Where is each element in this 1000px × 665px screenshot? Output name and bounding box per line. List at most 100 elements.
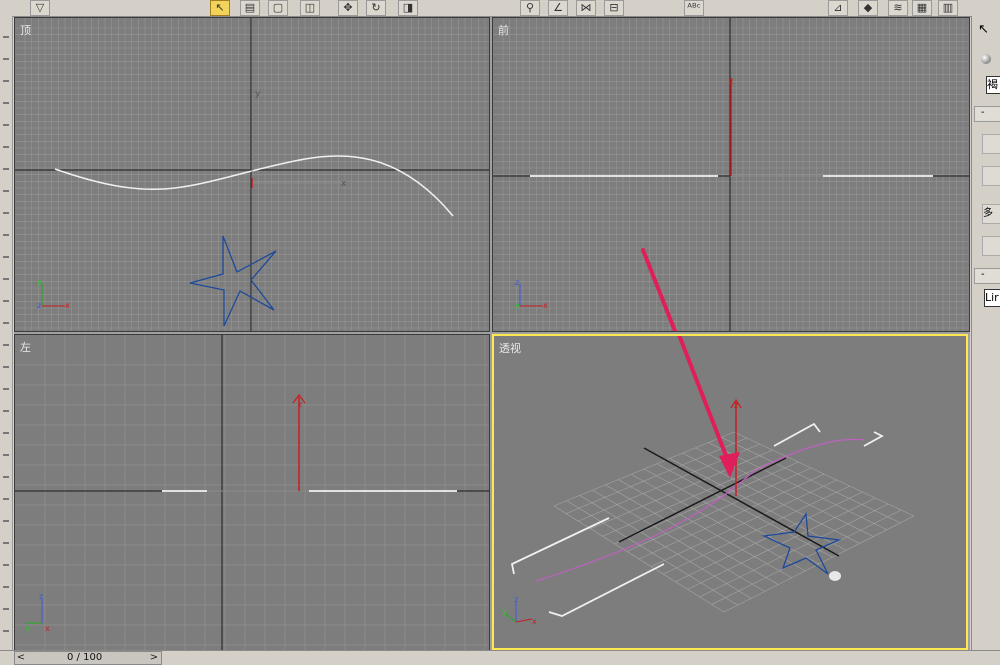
grid-line	[675, 491, 863, 582]
sweep-rail-1[interactable]	[510, 517, 610, 575]
strip-tick	[3, 432, 9, 434]
viewport-top-label[interactable]: 顶	[20, 22, 31, 38]
pivot-x-label: x	[341, 179, 347, 189]
tripod-x-label: x	[65, 301, 70, 310]
viewport-front-label[interactable]: 前	[498, 22, 509, 38]
grid-line	[721, 437, 901, 524]
sweep-rail-3[interactable]	[773, 422, 821, 447]
schematic-icon[interactable]: ◆	[858, 0, 878, 16]
tripod-y-label: y	[515, 301, 520, 310]
strip-tick	[3, 300, 9, 302]
tripod-x-label: x	[543, 301, 548, 310]
viewport-left-label[interactable]: 左	[20, 339, 31, 355]
tripod-y-label: y	[502, 607, 507, 616]
viewport-perspective-canvas[interactable]: z z x y	[494, 336, 966, 648]
align-icon[interactable]: ⊟	[604, 0, 624, 16]
panel-row-4[interactable]	[982, 236, 1000, 256]
spell-icon[interactable]: ᴬᴮᶜ	[684, 0, 704, 16]
tripod-y-label: y	[37, 278, 42, 287]
strip-tick	[3, 564, 9, 566]
grid	[15, 335, 489, 651]
grid-line	[733, 431, 915, 517]
strip-tick	[3, 388, 9, 390]
curve-editor-icon[interactable]: ⊿	[828, 0, 848, 16]
tripod-y-label: y	[25, 624, 30, 633]
viewport-front[interactable]: 前 z z x y	[492, 17, 970, 332]
time-next-button[interactable]: >	[148, 652, 160, 664]
render-icon[interactable]: ▥	[938, 0, 958, 16]
sweep-rail-2[interactable]	[548, 563, 665, 617]
axis-tripod: z x y	[502, 595, 537, 626]
path-spline-selected[interactable]	[535, 438, 865, 582]
select-filter-icon[interactable]: ▽	[30, 0, 50, 16]
angle-snap-icon[interactable]: ∠	[548, 0, 568, 16]
pivot-z-label: z	[298, 400, 302, 409]
pivot-y-label: y	[255, 89, 261, 99]
tripod-z-label: z	[514, 595, 518, 604]
time-slider[interactable]: < 0 / 100 >	[14, 651, 162, 665]
select-by-name-icon[interactable]: ▤	[240, 0, 260, 16]
panel-row-3[interactable]: 多	[982, 204, 1000, 224]
strip-tick	[3, 454, 9, 456]
viewport-perspective-label[interactable]: 透视	[499, 340, 521, 356]
rollout-header-1[interactable]: -	[974, 106, 1000, 122]
sweep-rail-4[interactable]	[863, 431, 884, 447]
strip-tick	[3, 498, 9, 500]
viewport-top[interactable]: 顶 y x y x z	[14, 17, 490, 332]
left-tool-strip	[0, 16, 13, 650]
move-icon[interactable]: ✥	[338, 0, 358, 16]
light-object[interactable]	[829, 571, 841, 581]
annotation-arrow-head	[719, 452, 740, 478]
rect-selection-icon[interactable]: ▢	[268, 0, 288, 16]
pivot-z-label: z	[734, 401, 738, 410]
star-shape[interactable]	[189, 235, 277, 327]
bottom-bar: < 0 / 100 >	[0, 650, 1000, 665]
strip-tick	[3, 608, 9, 610]
star-shape[interactable]	[761, 512, 842, 575]
viewport-area: 顶 y x y x z 前 z z x y 左 z z y x 透视 z z x…	[14, 17, 970, 652]
strip-tick	[3, 476, 9, 478]
window-crossing-icon[interactable]: ◫	[300, 0, 320, 16]
select-object-icon[interactable]: ↖	[210, 0, 230, 16]
path-spline[interactable]	[54, 155, 454, 217]
scale-icon[interactable]: ◨	[398, 0, 418, 16]
strip-tick	[3, 278, 9, 280]
command-panel: ↖ 褐 - 多 - Lir	[971, 16, 1000, 650]
material-editor-icon[interactable]: ≋	[888, 0, 908, 16]
main-toolbar: ▽ ↖ ▤ ▢ ◫ ✥ ↻ ◨ ⚲ ∠ ⋈ ⊟ ᴬᴮᶜ ⊿ ◆ ≋ ▦ ▥	[0, 0, 1000, 17]
panel-row-1[interactable]	[982, 134, 1000, 154]
viewport-top-canvas[interactable]: y x y x z	[15, 18, 489, 331]
render-setup-icon[interactable]: ▦	[912, 0, 932, 16]
strip-tick	[3, 344, 9, 346]
strip-tick	[3, 630, 9, 632]
viewport-front-canvas[interactable]: z z x y	[493, 18, 969, 331]
grid-line	[723, 515, 915, 613]
strip-tick	[3, 366, 9, 368]
world-axis-y	[618, 457, 787, 543]
strip-tick	[3, 520, 9, 522]
viewport-perspective[interactable]: 透视 z z x y	[492, 334, 968, 650]
panel-row-2[interactable]	[982, 166, 1000, 186]
snap-icon[interactable]: ⚲	[520, 0, 540, 16]
viewport-left[interactable]: 左 z z y x	[14, 334, 490, 652]
mirror-icon[interactable]: ⋈	[576, 0, 596, 16]
viewport-left-canvas[interactable]: z z y x	[15, 335, 489, 651]
tripod-x-label: x	[532, 617, 537, 626]
cursor-icon[interactable]: ↖	[978, 22, 989, 37]
sphere-icon[interactable]	[981, 54, 991, 64]
grid-line	[638, 473, 825, 560]
tripod-z-label: z	[515, 278, 519, 287]
strip-tick	[3, 146, 9, 148]
world-axis-x	[643, 447, 840, 557]
strip-tick	[3, 124, 9, 126]
strip-tick	[3, 212, 9, 214]
annotation-arrow-shaft	[677, 336, 732, 468]
object-name-field[interactable]: 褐	[986, 76, 1000, 94]
list-item[interactable]: Lir	[984, 289, 1000, 307]
tripod-x-label: x	[45, 624, 50, 633]
time-prev-button[interactable]: <	[15, 652, 27, 664]
rotate-icon[interactable]: ↻	[366, 0, 386, 16]
rollout-header-2[interactable]: -	[974, 268, 1000, 284]
grid-line	[682, 452, 860, 544]
strip-tick	[3, 322, 9, 324]
